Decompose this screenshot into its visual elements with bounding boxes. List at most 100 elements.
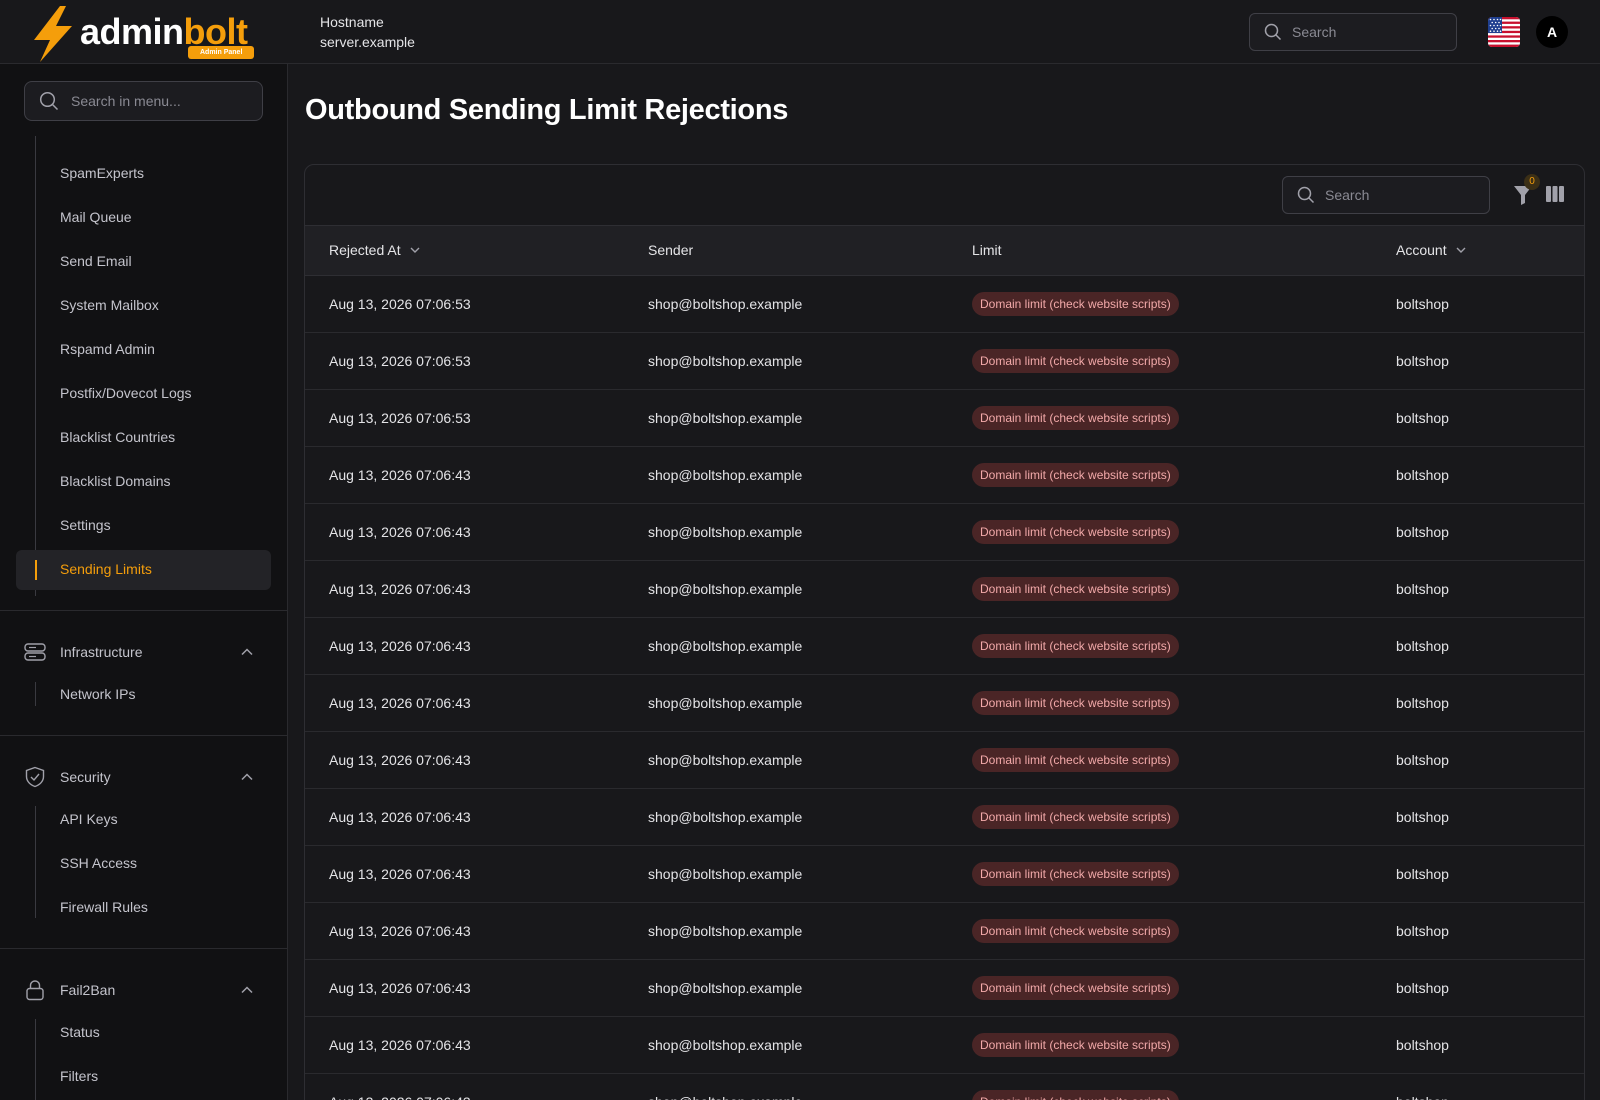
cell-account: boltshop xyxy=(1396,409,1449,426)
sidebar-item-api-keys[interactable]: API Keys xyxy=(60,809,118,829)
limit-badge: Domain limit (check website scripts) xyxy=(972,747,1179,772)
hostname-label: Hostname xyxy=(320,14,384,30)
sidebar-group-infrastructure[interactable]: Infrastructure xyxy=(24,640,264,664)
cell-account: boltshop xyxy=(1396,865,1449,882)
sidebar-item-firewall-rules[interactable]: Firewall Rules xyxy=(60,897,148,917)
cell-sender: shop@boltshop.example xyxy=(648,352,803,369)
sidebar-item-spamexperts[interactable]: SpamExperts xyxy=(60,163,144,183)
chevron-up-icon xyxy=(241,648,253,656)
cell-account: boltshop xyxy=(1396,466,1449,483)
server-icon xyxy=(24,641,46,663)
table-row[interactable]: Aug 13, 2026 07:06:53 shop@boltshop.examp… xyxy=(305,275,1584,332)
limit-badge: Domain limit (check website scripts) xyxy=(972,804,1179,829)
sidebar-item-settings[interactable]: Settings xyxy=(60,515,111,535)
global-search-input[interactable] xyxy=(1292,24,1432,40)
cell-sender: shop@boltshop.example xyxy=(648,295,803,312)
column-header-account[interactable]: Account xyxy=(1372,226,1584,275)
sidebar-group-label: Fail2Ban xyxy=(60,982,116,998)
sidebar-divider xyxy=(0,610,287,611)
cell-limit: Domain limit (check website scripts) xyxy=(948,902,1372,959)
hostname-block: Hostname server.example xyxy=(320,12,415,52)
sidebar-item-system-mailbox[interactable]: System Mailbox xyxy=(60,295,159,315)
menu-search-input[interactable] xyxy=(71,93,211,109)
cell-limit: Domain limit (check website scripts) xyxy=(948,731,1372,788)
cell-rejected-at: Aug 13, 2026 07:06:43 xyxy=(329,694,471,711)
sidebar-group-security[interactable]: Security xyxy=(24,765,264,789)
sidebar-item-mail-queue[interactable]: Mail Queue xyxy=(60,207,132,227)
cell-sender: shop@boltshop.example xyxy=(648,922,803,939)
column-header-rejected-at[interactable]: Rejected At xyxy=(305,226,624,275)
table-row[interactable]: Aug 13, 2026 07:06:43shop@boltshop.examp… xyxy=(305,560,1584,617)
table-row[interactable]: Aug 13, 2026 07:06:43shop@boltshop.examp… xyxy=(305,1016,1584,1073)
limit-badge: Domain limit (check website scripts) xyxy=(972,576,1179,601)
rejections-table: Rejected At Sender Limit Account Aug 13,… xyxy=(305,226,1584,1100)
cell-limit: Domain limit (check website scripts) xyxy=(948,1016,1372,1073)
sidebar-item-blacklist-domains[interactable]: Blacklist Domains xyxy=(60,471,170,491)
table-search-input[interactable] xyxy=(1325,187,1465,203)
chevron-down-icon xyxy=(1456,247,1466,254)
sidebar-item-network-ips[interactable]: Network IPs xyxy=(60,684,135,704)
table-row[interactable]: Aug 13, 2026 07:06:43shop@boltshop.examp… xyxy=(305,845,1584,902)
brand-logo[interactable]: adminbolt Admin Panel xyxy=(30,6,260,62)
sidebar-item-blacklist-countries[interactable]: Blacklist Countries xyxy=(60,427,175,447)
cell-rejected-at: Aug 13, 2026 07:06:43 xyxy=(329,466,471,483)
table-row[interactable]: Aug 13, 2026 07:06:43shop@boltshop.examp… xyxy=(305,1073,1584,1100)
limit-badge: Domain limit (check website scripts) xyxy=(972,1089,1179,1100)
table-row[interactable]: Aug 13, 2026 07:06:43shop@boltshop.examp… xyxy=(305,731,1584,788)
cell-account: boltshop xyxy=(1396,637,1449,654)
cell-rejected-at: Aug 13, 2026 07:06:43 xyxy=(329,751,471,768)
cell-account: boltshop xyxy=(1396,352,1449,369)
sidebar-item-ssh-access[interactable]: SSH Access xyxy=(60,853,137,873)
cell-sender: shop@boltshop.example xyxy=(648,523,803,540)
chevron-up-icon xyxy=(241,986,253,994)
cell-account: boltshop xyxy=(1396,1036,1449,1053)
table-row[interactable]: Aug 13, 2026 07:06:53 shop@boltshop.examp… xyxy=(305,389,1584,446)
table-row[interactable]: Aug 13, 2026 07:06:53 shop@boltshop.examp… xyxy=(305,332,1584,389)
cell-account: boltshop xyxy=(1396,523,1449,540)
user-avatar[interactable]: A xyxy=(1536,16,1568,48)
cell-sender: shop@boltshop.example xyxy=(648,808,803,825)
table-row[interactable]: Aug 13, 2026 07:06:43shop@boltshop.examp… xyxy=(305,446,1584,503)
columns-icon[interactable] xyxy=(1545,184,1565,204)
us-flag-icon[interactable] xyxy=(1488,17,1520,47)
table-search[interactable] xyxy=(1282,176,1490,214)
cell-rejected-at: Aug 13, 2026 07:06:43 xyxy=(329,922,471,939)
sidebar-item-postfix-dovecot-logs[interactable]: Postfix/Dovecot Logs xyxy=(60,383,192,403)
global-search[interactable] xyxy=(1249,13,1457,51)
sidebar-group-fail2ban[interactable]: Fail2Ban xyxy=(24,978,264,1002)
cell-rejected-at: Aug 13, 2026 07:06:43 xyxy=(329,637,471,654)
table-row[interactable]: Aug 13, 2026 07:06:43shop@boltshop.examp… xyxy=(305,959,1584,1016)
cell-account: boltshop xyxy=(1396,922,1449,939)
table-row[interactable]: Aug 13, 2026 07:06:43shop@boltshop.examp… xyxy=(305,503,1584,560)
sidebar-item-sending-limits[interactable]: Sending Limits xyxy=(60,559,152,579)
table-row[interactable]: Aug 13, 2026 07:06:43 shop@boltshop.examp… xyxy=(305,674,1584,731)
limit-badge: Domain limit (check website scripts) xyxy=(972,405,1179,430)
menu-tree-line xyxy=(35,682,36,706)
table-row[interactable]: Aug 13, 2026 07:06:43 shop@boltshop.examp… xyxy=(305,902,1584,959)
menu-search[interactable] xyxy=(24,81,263,121)
cell-account: boltshop xyxy=(1396,295,1449,312)
cell-rejected-at: Aug 13, 2026 07:06:53 xyxy=(329,409,471,426)
chevron-up-icon xyxy=(241,773,253,781)
sidebar-item-status[interactable]: Status xyxy=(60,1022,100,1042)
shield-check-icon xyxy=(24,766,46,788)
table-row[interactable]: Aug 13, 2026 07:06:43shop@boltshop.examp… xyxy=(305,788,1584,845)
sidebar-group-label: Infrastructure xyxy=(60,644,143,660)
table-toolbar: 0 xyxy=(305,165,1584,226)
sidebar-item-rspamd-admin[interactable]: Rspamd Admin xyxy=(60,339,155,359)
cell-account: boltshop xyxy=(1396,580,1449,597)
menu-tree-line xyxy=(35,806,36,918)
table-row[interactable]: Aug 13, 2026 07:06:43 shop@boltshop.examp… xyxy=(305,617,1584,674)
rejections-table-card: 0 Rejected At Sender Limit Account xyxy=(304,164,1585,1100)
limit-badge: Domain limit (check website scripts) xyxy=(972,291,1179,316)
sidebar-item-send-email[interactable]: Send Email xyxy=(60,251,132,271)
cell-sender: shop@boltshop.example xyxy=(648,694,803,711)
limit-badge: Domain limit (check website scripts) xyxy=(972,348,1179,373)
sidebar-item-filters[interactable]: Filters xyxy=(60,1066,98,1086)
sidebar-divider xyxy=(0,735,287,736)
cell-sender: shop@boltshop.example xyxy=(648,637,803,654)
search-icon xyxy=(39,91,59,111)
cell-limit: Domain limit (check website scripts) xyxy=(948,389,1372,446)
hostname-value: server.example xyxy=(320,34,415,50)
cell-limit: Domain limit (check website scripts) xyxy=(948,1073,1372,1100)
